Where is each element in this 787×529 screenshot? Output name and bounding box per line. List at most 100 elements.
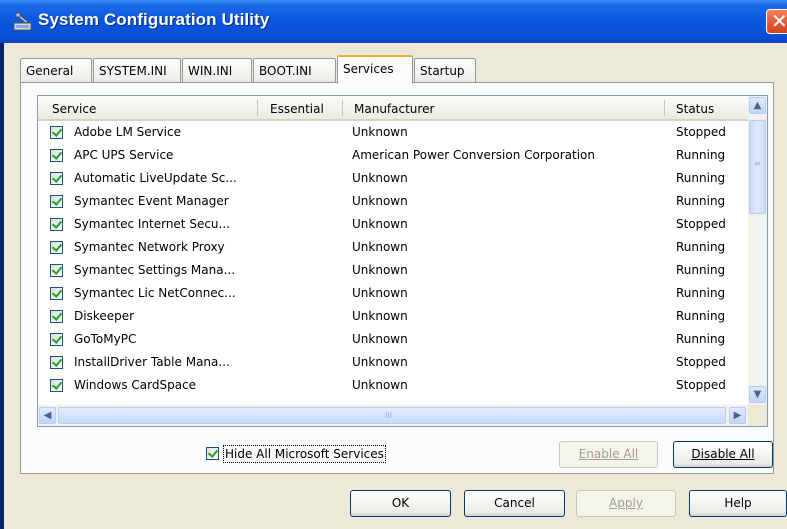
service-checkbox[interactable]	[50, 356, 63, 369]
scroll-up-button[interactable]: ▲	[749, 97, 766, 114]
chevron-right-icon: ▶	[733, 410, 742, 421]
service-checkbox[interactable]	[50, 218, 63, 231]
service-manufacturer: Unknown	[352, 263, 408, 277]
tab-boot-ini[interactable]: BOOT.INI	[253, 58, 336, 82]
tab-system-ini[interactable]: SYSTEM.INI	[93, 58, 181, 82]
tab-win-ini[interactable]: WIN.INI	[182, 58, 252, 82]
system-config-icon	[13, 12, 32, 31]
service-checkbox[interactable]	[50, 287, 63, 300]
service-status: Stopped	[676, 355, 726, 369]
horizontal-scrollbar[interactable]: ◀ III ▶	[38, 405, 748, 426]
enable-all-label: Enable All	[578, 447, 639, 461]
help-label: Help	[724, 496, 752, 510]
table-row[interactable]: InstallDriver Table Mana... Unknown Stop…	[38, 351, 748, 374]
table-row[interactable]: Symantec Internet Secu... Unknown Stoppe…	[38, 213, 748, 236]
service-name: Symantec Internet Secu...	[74, 217, 230, 231]
service-checkbox[interactable]	[50, 379, 63, 392]
service-name: Adobe LM Service	[74, 125, 181, 139]
service-status: Running	[676, 309, 726, 323]
service-manufacturer: Unknown	[352, 378, 408, 392]
service-checkbox[interactable]	[50, 241, 63, 254]
service-checkbox[interactable]	[50, 172, 63, 185]
service-name: Symantec Settings Mana...	[74, 263, 236, 277]
column-header-service[interactable]: Service	[52, 102, 96, 116]
cancel-button[interactable]: Cancel	[464, 490, 565, 517]
service-name: Diskeeper	[74, 309, 135, 323]
scroll-left-button[interactable]: ◀	[39, 407, 56, 424]
service-checkbox[interactable]	[50, 310, 63, 323]
cancel-label: Cancel	[494, 496, 535, 510]
chevron-down-icon: ▼	[753, 389, 762, 400]
table-row[interactable]: Symantec Settings Mana... Unknown Runnin…	[38, 259, 748, 282]
tab-services[interactable]: Services	[337, 55, 413, 84]
service-checkbox[interactable]	[50, 149, 63, 162]
window-title: System Configuration Utility	[38, 10, 270, 29]
enable-all-button[interactable]: Enable All	[559, 441, 658, 468]
service-status: Running	[676, 263, 726, 277]
title-bar[interactable]: System Configuration Utility ✕	[0, 0, 787, 43]
column-divider[interactable]	[342, 100, 343, 116]
column-header-essential[interactable]: Essential	[270, 102, 324, 116]
ok-button[interactable]: OK	[350, 490, 451, 517]
service-manufacturer: American Power Conversion Corporation	[352, 148, 595, 162]
service-name: Symantec Event Manager	[74, 194, 229, 208]
list-rows: Adobe LM Service Unknown Stopped APC UPS…	[38, 121, 748, 397]
service-manufacturer: Unknown	[352, 286, 408, 300]
services-list[interactable]: Service Essential Manufacturer Status Ad…	[37, 95, 768, 427]
ok-label: OK	[391, 496, 410, 510]
horizontal-scroll-thumb[interactable]: III	[58, 407, 726, 424]
table-row[interactable]: Diskeeper Unknown Running	[38, 305, 748, 328]
apply-label: Apply	[609, 496, 643, 510]
column-header-manufacturer[interactable]: Manufacturer	[354, 102, 434, 116]
table-row[interactable]: Symantec Lic NetConnec... Unknown Runnin…	[38, 282, 748, 305]
tab-startup[interactable]: Startup	[414, 58, 476, 82]
disable-all-label: Disable All	[691, 447, 755, 461]
hide-microsoft-services-checkbox[interactable]	[206, 447, 219, 460]
service-name: APC UPS Service	[74, 148, 174, 162]
apply-button[interactable]: Apply	[576, 490, 676, 517]
service-checkbox[interactable]	[50, 195, 63, 208]
vertical-scrollbar[interactable]: ▲ ≡ ▼	[748, 96, 767, 405]
service-name: Symantec Network Proxy	[74, 240, 225, 254]
service-manufacturer: Unknown	[352, 171, 408, 185]
service-name: InstallDriver Table Mana...	[74, 355, 230, 369]
hide-microsoft-services-label[interactable]: Hide All Microsoft Services	[223, 445, 386, 463]
scroll-down-button[interactable]: ▼	[749, 386, 766, 403]
table-row[interactable]: GoToMyPC Unknown Running	[38, 328, 748, 351]
app-window: System Configuration Utility ✕ General S…	[0, 0, 787, 529]
list-header: Service Essential Manufacturer Status	[38, 96, 748, 121]
table-row[interactable]: APC UPS Service American Power Conversio…	[38, 144, 748, 167]
tab-general[interactable]: General	[20, 58, 92, 82]
table-row[interactable]: Symantec Network Proxy Unknown Running	[38, 236, 748, 259]
close-button[interactable]: ✕	[766, 9, 787, 34]
service-checkbox[interactable]	[50, 264, 63, 277]
service-checkbox[interactable]	[50, 333, 63, 346]
column-divider[interactable]	[257, 100, 258, 116]
service-name: Symantec Lic NetConnec...	[74, 286, 236, 300]
service-manufacturer: Unknown	[352, 332, 408, 346]
vertical-scroll-thumb[interactable]: ≡	[749, 120, 766, 214]
service-status: Stopped	[676, 125, 726, 139]
service-status: Running	[676, 148, 726, 162]
service-status: Stopped	[676, 217, 726, 231]
service-status: Stopped	[676, 378, 726, 392]
service-manufacturer: Unknown	[352, 355, 408, 369]
service-manufacturer: Unknown	[352, 125, 408, 139]
table-row[interactable]: Symantec Event Manager Unknown Running	[38, 190, 748, 213]
help-button[interactable]: Help	[689, 490, 787, 517]
column-header-status[interactable]: Status	[676, 102, 714, 116]
service-name: Windows CardSpace	[74, 378, 197, 392]
chevron-up-icon: ▲	[753, 100, 762, 111]
service-name: Automatic LiveUpdate Sc...	[74, 171, 237, 185]
table-row[interactable]: Automatic LiveUpdate Sc... Unknown Runni…	[38, 167, 748, 190]
column-divider[interactable]	[664, 100, 665, 116]
table-row[interactable]: Adobe LM Service Unknown Stopped	[38, 121, 748, 144]
scroll-right-button[interactable]: ▶	[729, 407, 746, 424]
service-manufacturer: Unknown	[352, 217, 408, 231]
disable-all-button[interactable]: Disable All	[673, 441, 773, 468]
scrollbar-corner	[748, 405, 767, 426]
grip-icon: III	[385, 411, 393, 420]
service-checkbox[interactable]	[50, 126, 63, 139]
service-manufacturer: Unknown	[352, 309, 408, 323]
table-row[interactable]: Windows CardSpace Unknown Stopped	[38, 374, 748, 397]
